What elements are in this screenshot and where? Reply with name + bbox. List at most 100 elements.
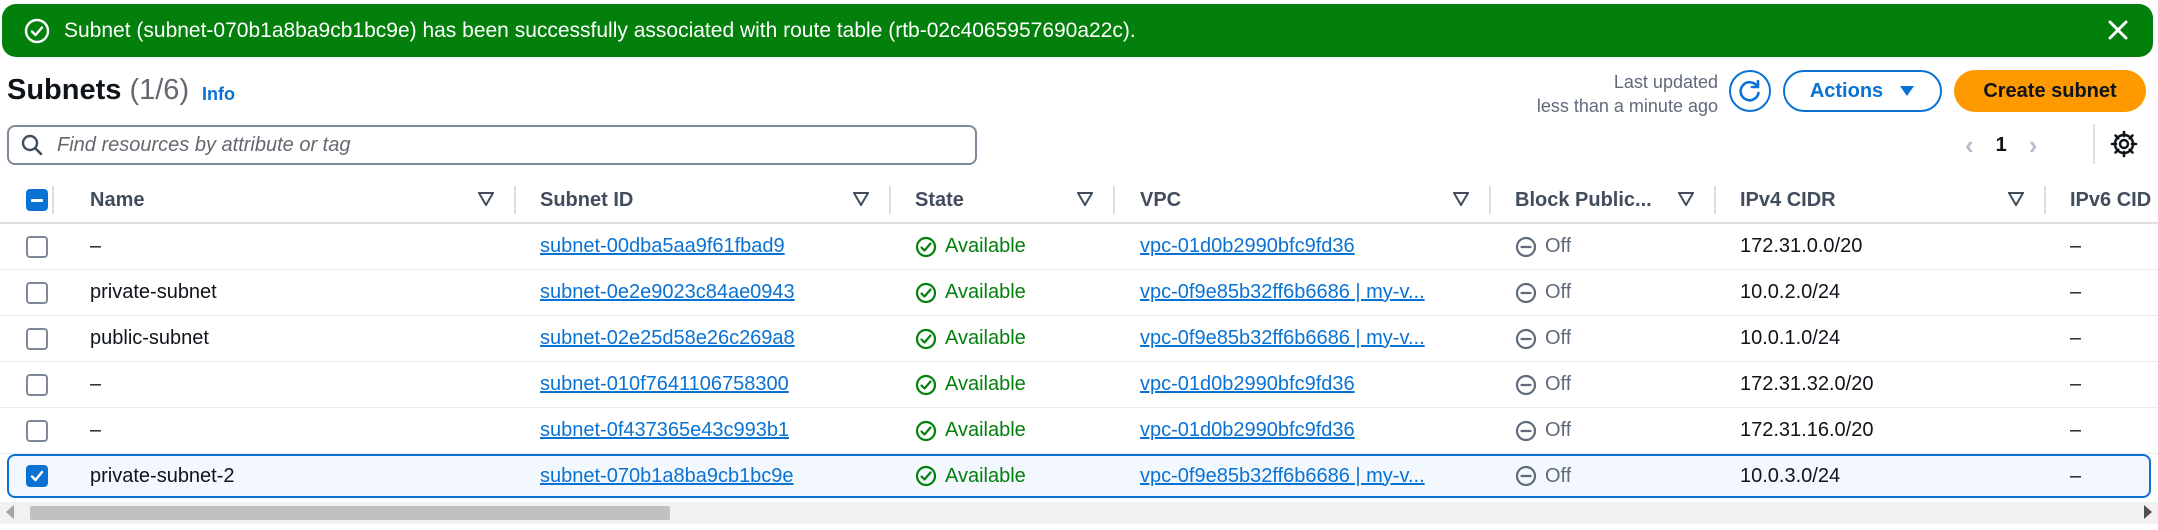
column-divider[interactable] [514, 186, 516, 214]
cell-name: – [90, 373, 102, 395]
cell-ipv6-cidr: – [2070, 419, 2082, 441]
column-header-name[interactable]: Name [90, 178, 144, 222]
row-select-cell[interactable] [26, 270, 48, 315]
table-body: – subnet-00dba5aa9f61fbad9 Available vpc-01… [0, 224, 2158, 498]
info-link[interactable]: Info [202, 84, 235, 105]
page-title: Subnets (1/6) [7, 74, 189, 107]
refresh-button[interactable] [1729, 70, 1771, 112]
sort-caret-icon[interactable] [2008, 192, 2024, 206]
cell-vpc-link[interactable]: vpc-0f9e85b32ff6b6686 | my-v... [1140, 270, 1425, 315]
current-page[interactable]: 1 [1996, 134, 2007, 157]
cell-name: public-subnet [90, 327, 209, 349]
table-row[interactable]: public-subnet subnet-02e25d58e26c269a8 Ava… [0, 316, 2158, 362]
cell-vpc-link[interactable]: vpc-0f9e85b32ff6b6686 | my-v... [1140, 316, 1425, 361]
block-public-label: Off [1545, 327, 1572, 349]
column-header-ipv6-cidr[interactable]: IPv6 CID [2070, 178, 2158, 222]
status-available-icon [915, 328, 937, 349]
actions-button-label: Actions [1809, 79, 1884, 102]
cell-block-public: Off [1515, 224, 1571, 269]
cell-vpc-link[interactable]: vpc-01d0b2990bfc9fd36 [1140, 408, 1355, 453]
cell-state: Available [915, 362, 1026, 407]
cell-ipv4-cidr: 10.0.1.0/24 [1740, 327, 1841, 349]
column-header-vpc[interactable]: VPC [1140, 178, 1181, 222]
state-label: Available [945, 373, 1026, 395]
cell-block-public: Off [1515, 408, 1571, 453]
cell-block-public: Off [1515, 362, 1571, 407]
column-divider[interactable] [889, 186, 891, 214]
next-page-icon[interactable]: › [2029, 130, 2038, 161]
cell-subnet-id-link[interactable]: subnet-00dba5aa9f61fbad9 [540, 224, 785, 269]
cell-subnet-id-link[interactable]: subnet-02e25d58e26c269a8 [540, 316, 795, 361]
select-all-checkbox[interactable] [26, 189, 48, 211]
row-checkbox[interactable] [26, 373, 48, 396]
cell-ipv4-cidr: 172.31.32.0/20 [1740, 373, 1874, 395]
row-select-cell[interactable] [26, 408, 48, 453]
caret-down-icon [1900, 86, 1915, 96]
close-icon[interactable] [2105, 17, 2131, 43]
status-off-icon [1515, 465, 1537, 487]
table-row[interactable]: private-subnet subnet-0e2e9023c84ae0943 Av… [0, 270, 2158, 316]
sort-caret-icon[interactable] [1453, 192, 1469, 206]
row-checkbox[interactable] [26, 419, 48, 442]
sort-caret-icon[interactable] [853, 192, 869, 206]
table-row[interactable]: – subnet-0f437365e43c993b1 Available vpc-01… [0, 408, 2158, 454]
row-checkbox[interactable] [26, 281, 48, 304]
column-header-subnet-id[interactable]: Subnet ID [540, 178, 633, 222]
search-field[interactable] [7, 125, 977, 165]
cell-vpc-link[interactable]: vpc-01d0b2990bfc9fd36 [1140, 362, 1355, 407]
cell-name: private-subnet [90, 281, 217, 303]
column-divider[interactable] [2044, 186, 2046, 214]
cell-block-public: Off [1515, 456, 1571, 496]
gear-icon[interactable] [2110, 130, 2138, 158]
actions-button[interactable]: Actions [1783, 70, 1942, 112]
cell-vpc-link[interactable]: vpc-01d0b2990bfc9fd36 [1140, 224, 1355, 269]
row-select-cell[interactable] [26, 456, 48, 496]
cell-state: Available [915, 270, 1026, 315]
column-header-ipv4-cidr[interactable]: IPv4 CIDR [1740, 178, 1836, 222]
state-label: Available [945, 281, 1026, 303]
status-off-icon [1515, 420, 1537, 441]
column-divider[interactable] [1714, 186, 1716, 214]
cell-subnet-id-link[interactable]: subnet-070b1a8ba9cb1bc9e [540, 456, 794, 496]
column-divider[interactable] [1113, 186, 1115, 214]
sort-caret-icon[interactable] [1678, 192, 1694, 206]
cell-subnet-id-link[interactable]: subnet-0f437365e43c993b1 [540, 408, 789, 453]
cell-name: – [90, 419, 102, 441]
last-updated-label: Last updated [1613, 72, 1718, 92]
scroll-right-icon[interactable] [2144, 505, 2152, 519]
table-row[interactable]: – subnet-010f7641106758300 Available vpc-01… [0, 362, 2158, 408]
block-public-label: Off [1545, 235, 1572, 257]
table-row[interactable]: private-subnet-2 subnet-070b1a8ba9cb1bc9e… [7, 454, 2151, 498]
status-available-icon [915, 465, 937, 487]
column-header-block-public[interactable]: Block Public... [1515, 178, 1652, 222]
page-title-text: Subnets [7, 74, 122, 106]
cell-subnet-id-link[interactable]: subnet-010f7641106758300 [540, 362, 789, 407]
cell-ipv6-cidr: – [2070, 464, 2082, 487]
select-all-cell[interactable] [26, 178, 48, 222]
cell-state: Available [915, 316, 1026, 361]
selection-count: (1/6) [129, 74, 190, 106]
horizontal-scrollbar[interactable] [0, 502, 2158, 524]
sort-caret-icon[interactable] [1077, 192, 1093, 206]
row-checkbox[interactable] [26, 465, 48, 487]
table-row[interactable]: – subnet-00dba5aa9f61fbad9 Available vpc-01… [0, 224, 2158, 270]
cell-name: private-subnet-2 [90, 464, 235, 487]
row-select-cell[interactable] [26, 362, 48, 407]
column-divider[interactable] [1489, 186, 1491, 214]
checkmark-icon [30, 470, 44, 482]
cell-vpc-link[interactable]: vpc-0f9e85b32ff6b6686 | my-v... [1140, 456, 1425, 496]
pagination: ‹ 1 › [1965, 130, 2037, 161]
create-subnet-button[interactable]: Create subnet [1954, 70, 2146, 112]
previous-page-icon[interactable]: ‹ [1965, 130, 1974, 161]
row-select-cell[interactable] [26, 224, 48, 269]
state-label: Available [945, 327, 1026, 349]
scroll-left-icon[interactable] [6, 505, 14, 519]
row-checkbox[interactable] [26, 327, 48, 350]
scrollbar-thumb[interactable] [30, 506, 670, 520]
column-header-state[interactable]: State [915, 178, 964, 222]
search-input[interactable] [55, 132, 939, 158]
row-checkbox[interactable] [26, 235, 48, 258]
cell-subnet-id-link[interactable]: subnet-0e2e9023c84ae0943 [540, 270, 795, 315]
sort-caret-icon[interactable] [478, 192, 494, 206]
row-select-cell[interactable] [26, 316, 48, 361]
